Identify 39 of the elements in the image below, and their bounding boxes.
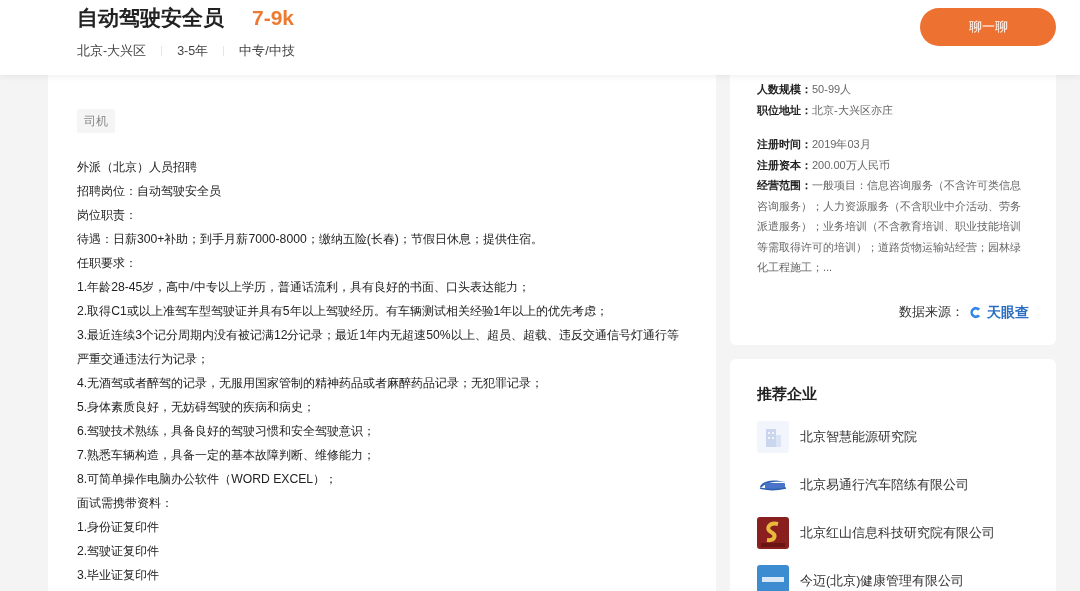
description-line: 7.熟悉车辆构造，具备一定的基本故障判断、维修能力； (77, 447, 377, 464)
description-line: 6.驾驶技术熟练，具备良好的驾驶习惯和安全驾驶意识； (77, 423, 377, 440)
company-name-link[interactable]: 今迈(北京)健康管理有限公司 (800, 571, 965, 591)
company-info-text: 注册资本：200.00万人民币 (757, 157, 891, 173)
company-info-text: 经营范围：一般项目：信息咨询服务（不含许可类信息咨询服务）；人力资源服务（不含职业中介活动、劳务派遣服务）；业务培训（不含教育培训、职业技能培训等需取得许可的培训）；道路货物运输站经营；园林绿化工程施工；... (757, 178, 1022, 275)
salary-text: 7-9k (252, 5, 295, 31)
data-source-name: 天眼查 (987, 302, 1029, 322)
building-logo-icon (757, 421, 789, 453)
description-line: 5.身体素质良好，无妨碍驾驶的疾病和病史； (77, 399, 317, 416)
recommended-title: 推荐企业 (757, 383, 818, 404)
company-info-text: 注册时间：2019年03月 (757, 137, 872, 152)
description-line: 3.毕业证复印件 (77, 567, 161, 584)
swoosh-logo-icon (758, 479, 788, 491)
description-line: 面试需携带资料： (77, 495, 174, 512)
eye-c-logo-icon (968, 304, 983, 320)
description-line: 岗位职责： (77, 207, 138, 224)
description-line: 1.年龄28-45岁，高中/中专以上学历，普通话流利，具有良好的书面、口头表达能力； (77, 279, 531, 296)
company-info-text: 职位地址：北京-大兴区亦庄 (757, 102, 894, 118)
description-line: 外派（北京）人员招聘 (77, 159, 198, 176)
description-line: 1.身份证复印件 (77, 519, 161, 536)
job-tag: 司机 (77, 109, 115, 133)
data-source-label: 数据来源： (899, 303, 964, 321)
emblem-logo-icon (757, 517, 789, 549)
company-name-link[interactable]: 北京智慧能源研究院 (800, 427, 917, 447)
company-info-text: 人数规模：50-99人 (757, 82, 853, 97)
description-line: 8.可简单操作电脑办公软件（WORD EXCEL）； (77, 471, 339, 488)
job-meta-text: 北京-大兴区 (77, 42, 147, 60)
description-line: 2.驾驶证复印件 (77, 543, 161, 560)
company-name-link[interactable]: 北京易通行汽车陪练有限公司 (800, 475, 969, 495)
description-line: 4.无酒驾或者醉驾的记录，无服用国家管制的精神药品或者麻醉药品记录；无犯罪记录； (77, 375, 545, 392)
description-line: 待遇：日薪300+补助；到手月薪7000-8000；缴纳五险(长春)；节假日休息；提供住宿。 (77, 231, 544, 248)
description-line: 任职要求： (77, 255, 138, 272)
job-meta-text: 中专/中技 (239, 42, 295, 60)
job-meta-text: 3-5年 (177, 42, 209, 60)
description-line: 2.取得C1或以上准驾车型驾驶证并具有5年以上驾驶经历。有车辆测试相关经验1年以上的优先考虑； (77, 303, 610, 320)
description-line: 3.最近连续3个记分周期内没有被记满12分记录；最近1年内无超速50%以上、超员、超载、违反交通信号灯通行等严重交通违法行为记录； (77, 327, 680, 368)
job-title: 自动驾驶安全员 (77, 5, 224, 31)
description-line: 招聘岗位：自动驾驶安全员 (77, 183, 222, 200)
company-name-link[interactable]: 北京红山信息科技研究院有限公司 (800, 523, 995, 543)
